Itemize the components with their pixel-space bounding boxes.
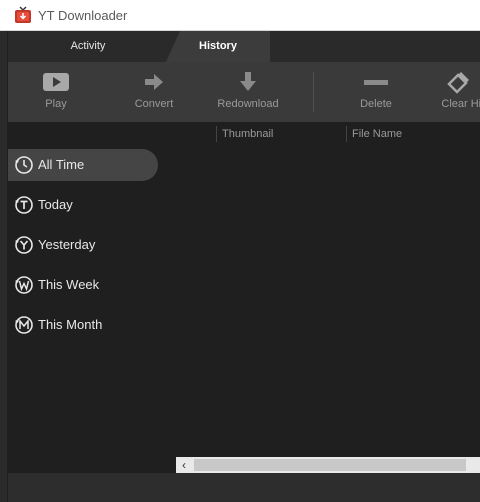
scroll-left-arrow-icon[interactable]: ‹	[176, 457, 192, 473]
tab-history[interactable]: History	[166, 31, 270, 62]
convert-label: Convert	[134, 98, 174, 110]
eraser-icon	[447, 72, 469, 94]
sidebar-item-this-week[interactable]: This Week	[8, 269, 158, 301]
sidebar-item-label: Today	[38, 197, 73, 212]
redownload-button[interactable]: Redownload	[208, 62, 288, 122]
clock-icon	[15, 156, 33, 174]
history-filter-sidebar: All Time Today Yesterday This Week This …	[8, 122, 168, 472]
sidebar-item-label: Yesterday	[38, 237, 96, 252]
tab-bar: Activity History	[8, 31, 480, 62]
sidebar-item-yesterday[interactable]: Yesterday	[8, 229, 158, 261]
clock-y-icon	[15, 236, 33, 254]
window-title: YT Downloader	[38, 8, 128, 23]
sidebar-item-label: All Time	[38, 157, 85, 172]
arrow-down-icon	[240, 72, 256, 91]
column-header-file-name[interactable]: File Name	[346, 126, 480, 142]
sidebar-item-today[interactable]: Today	[8, 189, 158, 221]
scrollbar-thumb[interactable]	[194, 459, 466, 471]
clock-w-icon	[15, 276, 33, 294]
toolbar-divider	[313, 72, 314, 112]
sidebar-item-all-time[interactable]: All Time	[8, 149, 158, 181]
tv-downloader-logo-icon	[15, 6, 31, 23]
delete-button[interactable]: Delete	[346, 62, 406, 122]
tab-history-label: History	[199, 40, 237, 52]
play-icon	[43, 73, 69, 91]
horizontal-scrollbar[interactable]: ‹	[176, 457, 480, 473]
play-label: Play	[45, 98, 67, 110]
column-header-thumbnail[interactable]: Thumbnail	[216, 126, 342, 142]
status-bar	[8, 473, 480, 502]
sidebar-item-label: This Month	[38, 317, 103, 332]
clock-m-icon	[15, 316, 33, 334]
toolbar: Play Convert Redownload Delete Clear His	[8, 62, 480, 122]
clear-history-button[interactable]: Clear His	[434, 62, 480, 122]
play-button[interactable]: Play	[30, 62, 82, 122]
clock-t-icon	[15, 196, 33, 214]
convert-button[interactable]: Convert	[124, 62, 184, 122]
minus-icon	[364, 80, 388, 85]
title-bar: YT Downloader	[0, 0, 480, 31]
delete-label: Delete	[360, 98, 392, 110]
redownload-label: Redownload	[217, 98, 279, 110]
sidebar-item-label: This Week	[38, 277, 100, 292]
clear-history-label: Clear His	[441, 98, 480, 110]
tab-activity-label: Activity	[70, 40, 106, 52]
arrow-right-icon	[145, 74, 163, 90]
tab-activity[interactable]: Activity	[8, 31, 168, 62]
sidebar-item-this-month[interactable]: This Month	[8, 309, 158, 341]
